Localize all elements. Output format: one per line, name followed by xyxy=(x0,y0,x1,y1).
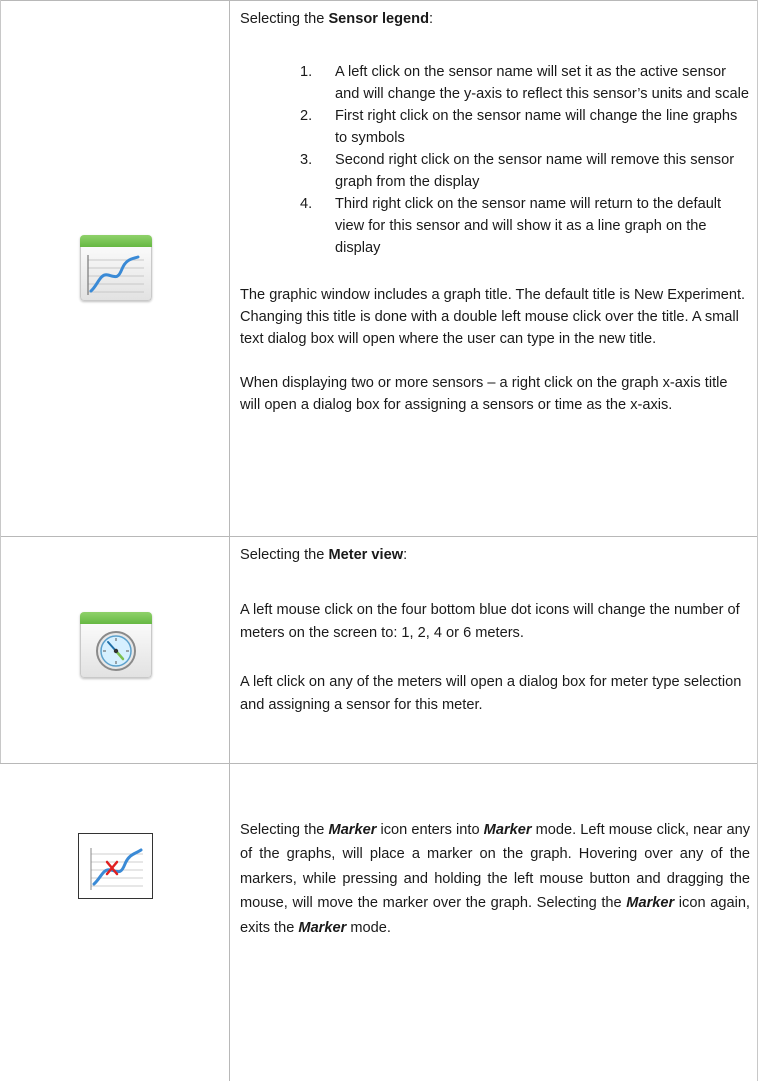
row-3-text-cell: Selecting the Marker icon enters into Ma… xyxy=(240,818,750,940)
meter-view-heading: Selecting the Meter view: xyxy=(240,547,408,563)
instruction-table: Selecting the Sensor legend: 1. A left cl… xyxy=(0,0,758,1081)
graph-title-paragraph: The graphic window includes a graph titl… xyxy=(240,287,746,347)
row-1-text-cell: Selecting the Sensor legend: 1. A left cl… xyxy=(240,8,750,416)
marker-mode-paragraph: Selecting the Marker icon enters into Ma… xyxy=(240,822,751,936)
meter-count-paragraph: A left mouse click on the four bottom bl… xyxy=(240,602,740,641)
column-divider xyxy=(229,0,230,1081)
row-1-icon-cell xyxy=(0,0,229,536)
marker-graph-icon xyxy=(78,833,153,899)
x-axis-paragraph: When displaying two or more sensors – a … xyxy=(240,375,728,413)
sensor-legend-heading: Selecting the Sensor legend: xyxy=(240,11,434,27)
list-item: 3. Second right click on the sensor name … xyxy=(300,152,735,190)
line-graph-icon xyxy=(80,235,152,301)
meter-type-paragraph: A left click on any of the meters will o… xyxy=(240,674,742,713)
row-2-text-cell: Selecting the Meter view: A left mouse c… xyxy=(240,544,750,717)
list-item: 1. A left click on the sensor name will s… xyxy=(300,64,749,102)
meter-gauge-icon xyxy=(80,612,152,678)
list-item: 2. First right click on the sensor name w… xyxy=(300,108,738,146)
row-2-icon-cell xyxy=(0,536,229,763)
list-item: 4. Third right click on the sensor name w… xyxy=(300,196,722,256)
sensor-legend-steps: 1. A left click on the sensor name will s… xyxy=(240,61,750,259)
row-3-icon-cell xyxy=(0,763,229,1081)
